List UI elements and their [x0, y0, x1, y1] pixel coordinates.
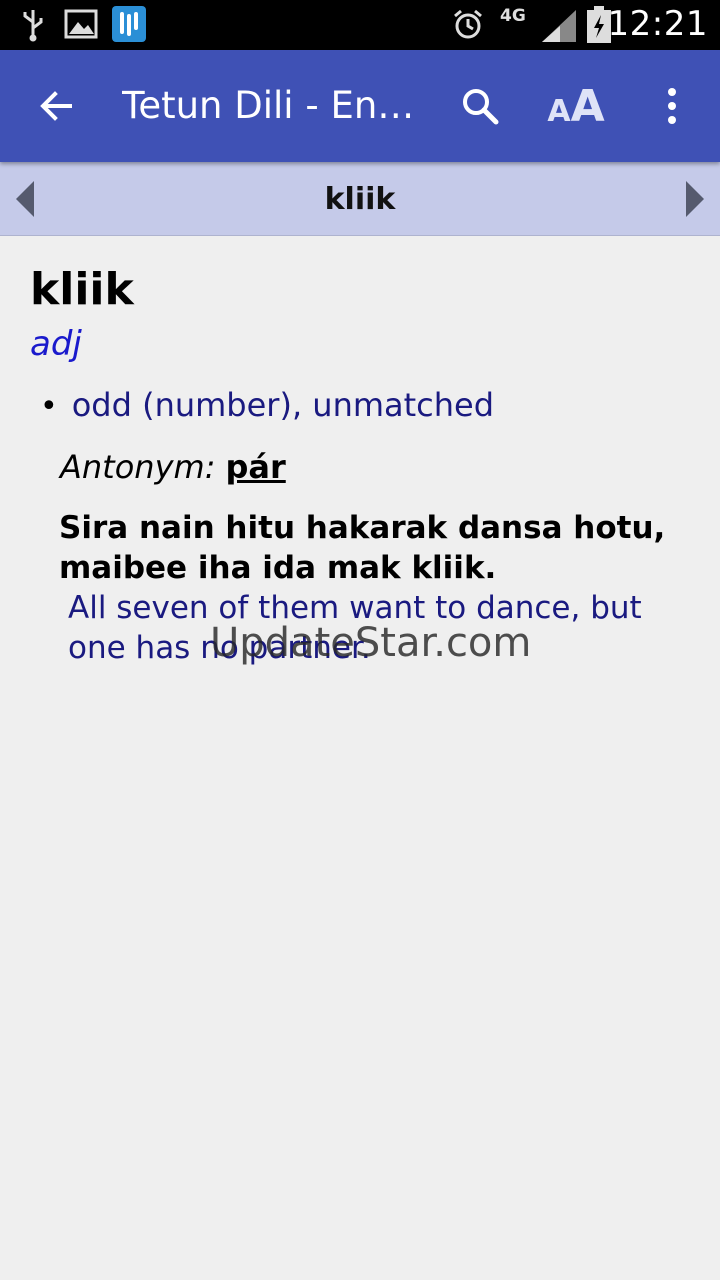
back-arrow-icon — [40, 91, 72, 121]
antonym-label: Antonym: — [60, 448, 216, 486]
entry-navigation-bar: kliik — [0, 162, 720, 236]
status-time: 12:21 — [607, 4, 708, 44]
app-toolbar: Tetun Dili - Eng… AA — [0, 50, 720, 162]
sense-item: • odd (number), unmatched — [40, 386, 494, 424]
signal-icon — [542, 10, 576, 42]
status-bar: 4G 12:21 — [0, 0, 720, 50]
example-sentence: Sira nain hitu hakarak dansa hotu, maibe… — [59, 510, 666, 586]
sense-text: odd (number), unmatched — [71, 386, 495, 424]
font-size-icon: AA — [547, 81, 604, 132]
back-button[interactable] — [22, 50, 90, 162]
font-size-big-glyph: A — [570, 80, 605, 132]
alarm-icon — [454, 9, 482, 39]
overflow-menu-icon — [668, 88, 676, 124]
next-entry-button[interactable] — [670, 162, 720, 236]
watermark: UpdateStar.com — [210, 620, 532, 666]
entry-nav-title: kliik — [324, 182, 396, 217]
font-size-button[interactable]: AA — [540, 50, 612, 162]
chevron-right-icon — [686, 181, 704, 217]
search-button[interactable] — [446, 50, 514, 162]
part-of-speech: adj — [30, 324, 82, 364]
bullet: • — [40, 389, 58, 424]
app-notification-icon — [112, 6, 146, 42]
search-icon — [463, 89, 499, 125]
font-size-small-glyph: A — [547, 93, 571, 129]
usb-icon — [23, 10, 43, 42]
image-icon — [64, 9, 98, 39]
antonym-row: Antonym: pár — [60, 448, 286, 486]
network-type-label: 4G — [500, 6, 526, 26]
toolbar-title: Tetun Dili - Eng… — [122, 84, 422, 127]
overflow-menu-button[interactable] — [646, 50, 698, 162]
headword: kliik — [30, 264, 134, 315]
antonym-link[interactable]: pár — [225, 448, 285, 486]
